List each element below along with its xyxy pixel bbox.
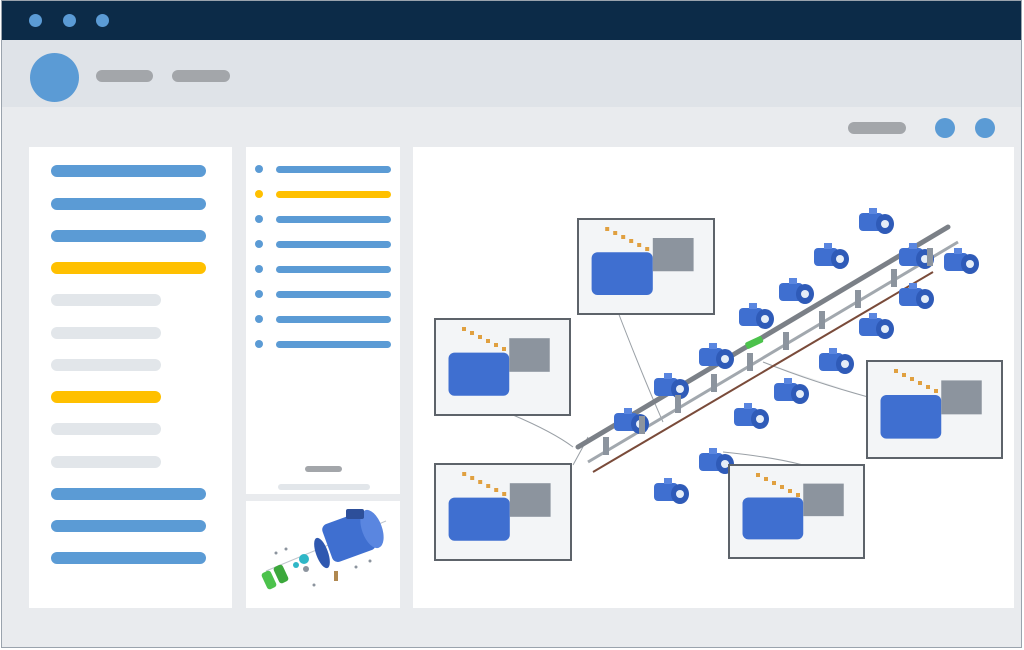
list-item-bullet (255, 240, 263, 248)
window-control-dot[interactable] (96, 14, 109, 27)
sidebar-item[interactable] (51, 198, 206, 210)
window-control-dot[interactable] (63, 14, 76, 27)
list-item-bullet (255, 290, 263, 298)
list-item-bullet (255, 315, 263, 323)
sidebar-item[interactable] (51, 294, 161, 306)
toolbar-icon-button[interactable] (975, 118, 995, 138)
toolbar-button[interactable] (848, 122, 906, 134)
parts-list (246, 147, 400, 494)
sidebar-item[interactable] (51, 230, 206, 242)
list-item[interactable] (276, 266, 391, 273)
assembly-viewer[interactable] (413, 147, 1014, 608)
sidebar-item[interactable] (51, 520, 206, 532)
sidebar-item-active[interactable] (51, 391, 161, 403)
sidebar-item[interactable] (51, 488, 206, 500)
scroll-track[interactable] (278, 484, 370, 490)
pagination-indicator[interactable] (305, 466, 342, 472)
list-item-bullet (255, 190, 263, 198)
sidebar-item[interactable] (51, 552, 206, 564)
app-window (1, 0, 1022, 648)
list-item-active[interactable] (276, 191, 391, 198)
thumbnail-preview[interactable] (246, 501, 400, 608)
app-header (2, 40, 1021, 107)
sidebar-item[interactable] (51, 423, 161, 435)
sidebar-item-active[interactable] (51, 262, 206, 274)
avatar[interactable] (30, 53, 79, 102)
list-item-bullet (255, 265, 263, 273)
sidebar-item[interactable] (51, 359, 161, 371)
sidebar (29, 147, 232, 608)
list-item-bullet (255, 165, 263, 173)
header-nav-item[interactable] (96, 70, 153, 82)
header-nav-item[interactable] (172, 70, 230, 82)
exploded-manifold-assembly-icon (434, 208, 1003, 561)
window-control-dot[interactable] (29, 14, 42, 27)
title-bar (2, 1, 1021, 40)
toolbar-icon-button[interactable] (935, 118, 955, 138)
list-item[interactable] (276, 291, 391, 298)
list-item[interactable] (276, 316, 391, 323)
sidebar-item[interactable] (51, 165, 206, 177)
list-item[interactable] (276, 216, 391, 223)
list-item-bullet (255, 340, 263, 348)
exploded-motor-assembly-icon (261, 509, 387, 590)
list-item[interactable] (276, 241, 391, 248)
sidebar-item[interactable] (51, 456, 161, 468)
sidebar-item[interactable] (51, 327, 161, 339)
list-item[interactable] (276, 166, 391, 173)
list-item-bullet (255, 215, 263, 223)
list-item[interactable] (276, 341, 391, 348)
